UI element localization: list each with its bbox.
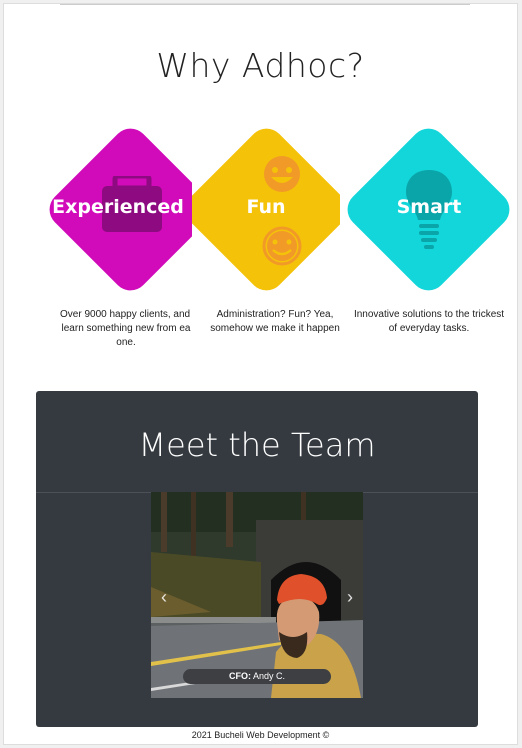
text-line: Over 9000 happy clients, and w bbox=[60, 309, 192, 320]
member-name: Andy C. bbox=[253, 671, 286, 681]
member-role: CFO: bbox=[228, 671, 251, 681]
member-caption: CFO: Andy C. bbox=[183, 669, 331, 684]
card-description: Over 9000 happy clients, and w learn som… bbox=[60, 308, 192, 350]
team-section: Meet the Team ‹ › CFO: Andy C. bbox=[36, 391, 478, 727]
card-label: Smart bbox=[396, 196, 462, 218]
carousel-next-icon[interactable]: › bbox=[347, 587, 353, 608]
footer-copyright: 2021 Bucheli Web Development © bbox=[191, 730, 330, 740]
team-member-photo bbox=[151, 492, 363, 698]
text-line: one. bbox=[116, 337, 136, 348]
card-description: Administration? Fun? Yea, somehow we mak… bbox=[210, 308, 340, 336]
card-label: Fun bbox=[246, 196, 286, 218]
team-carousel[interactable]: ‹ › CFO: Andy C. bbox=[151, 492, 363, 698]
card-smart: Smart bbox=[340, 122, 517, 297]
card-experienced: Experienced bbox=[44, 122, 192, 297]
text-line: Innovative solutions to the trickest bbox=[353, 309, 505, 320]
text-line: Administration? Fun? Yea, bbox=[216, 309, 334, 320]
card-fun: Fun bbox=[192, 122, 340, 297]
text-line: somehow we make it happen bbox=[210, 323, 340, 334]
card-label: Experienced bbox=[52, 196, 184, 218]
carousel-prev-icon[interactable]: ‹ bbox=[161, 587, 167, 608]
team-title: Meet the Team bbox=[138, 426, 376, 464]
section-title: Why Adhoc? bbox=[156, 46, 365, 85]
text-line: of everyday tasks. bbox=[388, 323, 470, 334]
card-description: Innovative solutions to the trickest of … bbox=[350, 308, 508, 336]
top-divider bbox=[60, 4, 470, 5]
page: Why Adhoc? Experienced Fun Smart Over 90… bbox=[3, 3, 518, 745]
text-line: learn something new from ea bbox=[61, 323, 191, 334]
